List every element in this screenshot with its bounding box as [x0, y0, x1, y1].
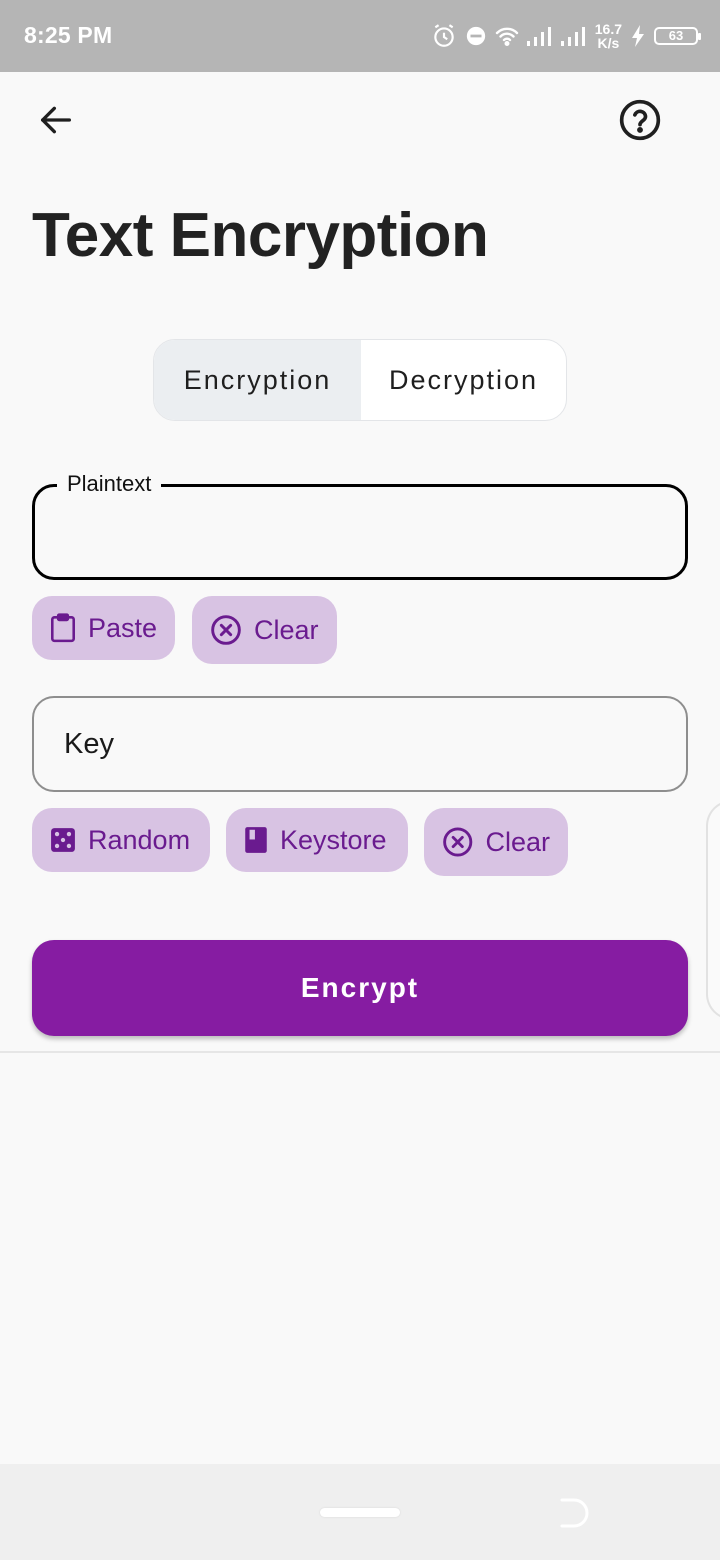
- home-gesture-pill[interactable]: [320, 1508, 400, 1517]
- clear-key-button[interactable]: Clear: [424, 808, 568, 876]
- status-icons: 16.7 K/s 63: [431, 18, 701, 54]
- book-icon: [245, 827, 267, 853]
- plaintext-field[interactable]: Plaintext: [32, 471, 688, 580]
- battery-icon: 63: [654, 27, 701, 45]
- help-circle-icon: [619, 99, 661, 141]
- help-button[interactable]: [612, 92, 668, 148]
- close-circle-icon: [443, 827, 473, 857]
- key-input[interactable]: [34, 698, 686, 790]
- close-circle-icon: [211, 615, 241, 645]
- dice-icon: [51, 828, 75, 852]
- mode-toggle: Encryption Decryption: [153, 339, 567, 421]
- segment-decryption[interactable]: Decryption: [361, 340, 566, 420]
- alarm-icon: [431, 23, 457, 49]
- segment-encryption[interactable]: Encryption: [154, 340, 361, 420]
- plaintext-input[interactable]: [35, 487, 685, 577]
- clear-label: Clear: [254, 614, 319, 645]
- back-button[interactable]: [28, 92, 84, 148]
- keystore-button[interactable]: Keystore: [226, 808, 408, 872]
- divider: [0, 1051, 720, 1053]
- clipboard-icon: [51, 613, 75, 643]
- arrow-left-icon: [41, 106, 72, 134]
- page-title: Text Encryption: [32, 201, 489, 270]
- clear-label: Clear: [485, 826, 550, 857]
- signal-icon: [526, 25, 553, 47]
- signal-icon: [560, 25, 587, 47]
- navigation-bar: [0, 1464, 720, 1560]
- paste-label: Paste: [88, 612, 158, 643]
- charging-icon: [630, 25, 646, 47]
- encrypt-button[interactable]: Encrypt: [32, 940, 688, 1036]
- random-key-button[interactable]: Random: [32, 808, 210, 872]
- status-time: 8:25 PM: [24, 22, 113, 48]
- key-field[interactable]: Key: [32, 696, 688, 792]
- paste-button[interactable]: Paste: [32, 596, 176, 660]
- random-label: Random: [88, 824, 191, 855]
- do-not-disturb-icon: [465, 25, 487, 47]
- status-bar: 8:25 PM 16.7 K/s 63: [0, 0, 720, 72]
- wifi-icon: [495, 25, 519, 47]
- keystore-label: Keystore: [280, 824, 387, 855]
- edge-panel-handle[interactable]: [706, 800, 720, 1020]
- clear-plaintext-button[interactable]: Clear: [192, 596, 337, 664]
- network-speed: 16.7 K/s: [594, 21, 622, 51]
- back-gesture-icon[interactable]: [556, 1496, 590, 1530]
